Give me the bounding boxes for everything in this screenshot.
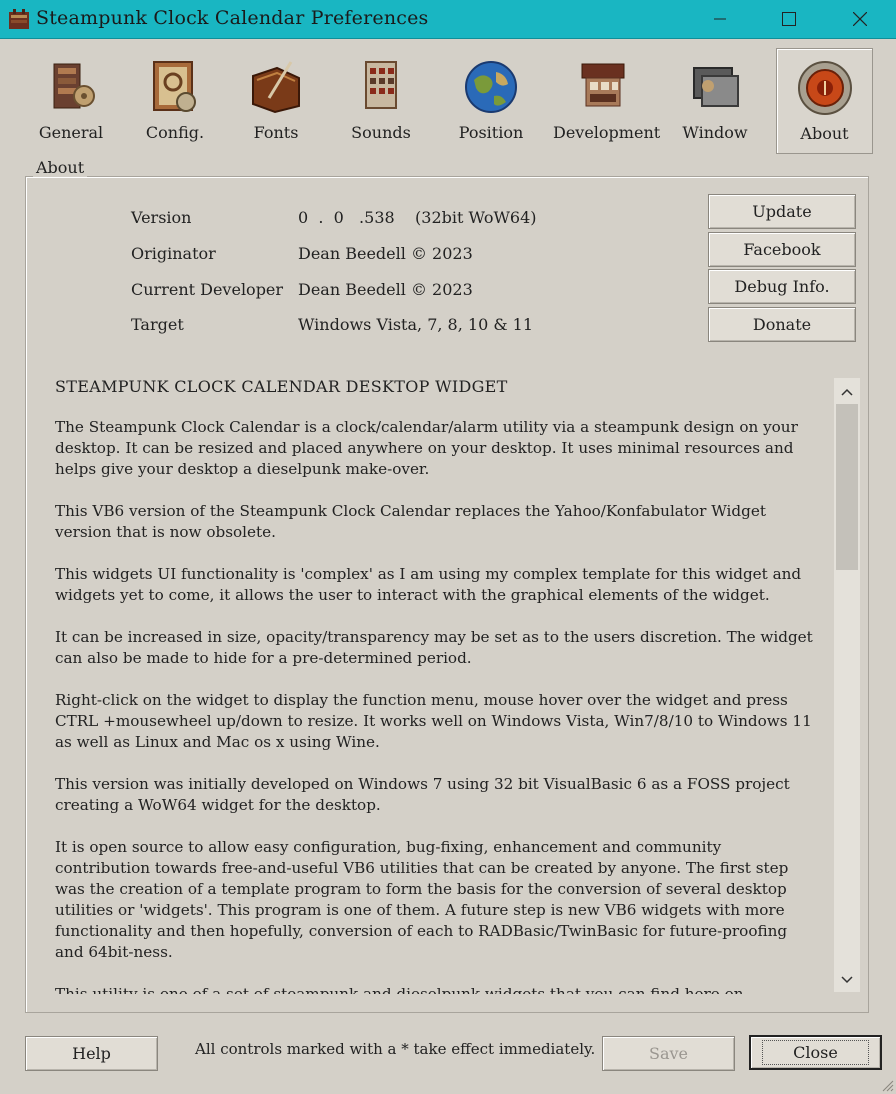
about-paragraph: This version was initially developed on … bbox=[55, 775, 790, 814]
about-text-area[interactable]: STEAMPUNK CLOCK CALENDAR DESKTOP WIDGET … bbox=[41, 370, 861, 994]
tab-label: About bbox=[800, 124, 849, 143]
scrollbar-thumb[interactable] bbox=[836, 404, 858, 570]
globe-icon bbox=[465, 61, 517, 113]
originator-label: Originator bbox=[131, 244, 216, 263]
minimize-icon bbox=[714, 18, 726, 20]
tab-label: General bbox=[38, 123, 104, 142]
version-label: Version bbox=[131, 208, 192, 227]
tab-fonts[interactable]: Fonts bbox=[226, 48, 326, 152]
gears-machine-icon bbox=[53, 63, 95, 109]
maximize-icon bbox=[782, 12, 796, 26]
scroll-up-button[interactable] bbox=[834, 380, 860, 404]
maximize-button[interactable] bbox=[766, 0, 812, 38]
about-paragraph: It can be increased in size, opacity/tra… bbox=[55, 628, 813, 667]
target-label: Target bbox=[131, 315, 184, 334]
book-quill-icon bbox=[252, 61, 300, 114]
close-icon bbox=[853, 12, 867, 26]
about-paragraph: Right-click on the widget to display the… bbox=[55, 691, 812, 751]
about-group-title: About bbox=[33, 158, 88, 177]
about-paragraph: This utility is one of a set of steampun… bbox=[55, 985, 744, 994]
about-text-content: STEAMPUNK CLOCK CALENDAR DESKTOP WIDGET … bbox=[55, 376, 820, 994]
framed-gears-icon bbox=[153, 61, 196, 112]
keyboard-tower-icon bbox=[365, 61, 397, 109]
current-developer-label: Current Developer bbox=[131, 280, 284, 299]
brass-gauge-icon bbox=[797, 61, 852, 115]
donate-button[interactable]: Donate bbox=[708, 307, 856, 342]
update-button[interactable]: Update bbox=[708, 194, 856, 229]
tab-label: Window bbox=[682, 123, 748, 142]
close-button[interactable]: Close bbox=[749, 1035, 882, 1070]
close-button-label: Close bbox=[762, 1040, 869, 1065]
tab-label: Config. bbox=[145, 123, 205, 142]
chevron-up-icon bbox=[841, 388, 853, 396]
current-developer-value: Dean Beedell © 2023 bbox=[298, 280, 473, 299]
window-panes-icon bbox=[693, 67, 739, 107]
tab-about[interactable]: About bbox=[776, 48, 873, 154]
resize-grip-icon[interactable] bbox=[880, 1078, 894, 1092]
tab-position[interactable]: Position bbox=[441, 48, 541, 152]
tab-sounds[interactable]: Sounds bbox=[331, 48, 431, 152]
target-value: Windows Vista, 7, 8, 10 & 11 bbox=[298, 315, 534, 334]
scroll-down-button[interactable] bbox=[834, 968, 860, 992]
facebook-button[interactable]: Facebook bbox=[708, 232, 856, 267]
about-heading: STEAMPUNK CLOCK CALENDAR DESKTOP WIDGET bbox=[55, 377, 508, 396]
tab-label: Fonts bbox=[253, 123, 299, 142]
tab-label: Development bbox=[553, 123, 661, 142]
save-button[interactable]: Save bbox=[602, 1036, 735, 1071]
tab-config[interactable]: Config. bbox=[125, 48, 225, 152]
immediate-effect-hint: All controls marked with a * take effect… bbox=[195, 1040, 596, 1058]
title-bar[interactable]: Steampunk Clock Calendar Preferences bbox=[0, 0, 896, 39]
about-paragraph: This VB6 version of the Steampunk Clock … bbox=[55, 502, 766, 541]
tab-general[interactable]: General bbox=[21, 48, 121, 152]
chevron-down-icon bbox=[841, 976, 853, 984]
minimize-button[interactable] bbox=[697, 0, 743, 38]
tab-development[interactable]: Development bbox=[553, 48, 661, 152]
about-paragraph: It is open source to allow easy configur… bbox=[55, 838, 789, 961]
tab-label: Sounds bbox=[351, 123, 411, 142]
about-paragraph: The Steampunk Clock Calendar is a clock/… bbox=[55, 418, 798, 478]
help-button[interactable]: Help bbox=[25, 1036, 158, 1071]
window-title: Steampunk Clock Calendar Preferences bbox=[36, 7, 429, 29]
app-icon bbox=[9, 9, 29, 29]
tab-label: Position bbox=[458, 123, 524, 142]
version-value: 0 . 0 .538 (32bit WoW64) bbox=[298, 208, 537, 227]
tab-window[interactable]: Window bbox=[665, 48, 765, 152]
debug-info-button[interactable]: Debug Info. bbox=[708, 269, 856, 304]
originator-value: Dean Beedell © 2023 bbox=[298, 244, 473, 263]
about-paragraph: This widgets UI functionality is 'comple… bbox=[55, 565, 802, 604]
close-window-button[interactable] bbox=[837, 0, 883, 38]
workbench-icon bbox=[581, 63, 625, 107]
